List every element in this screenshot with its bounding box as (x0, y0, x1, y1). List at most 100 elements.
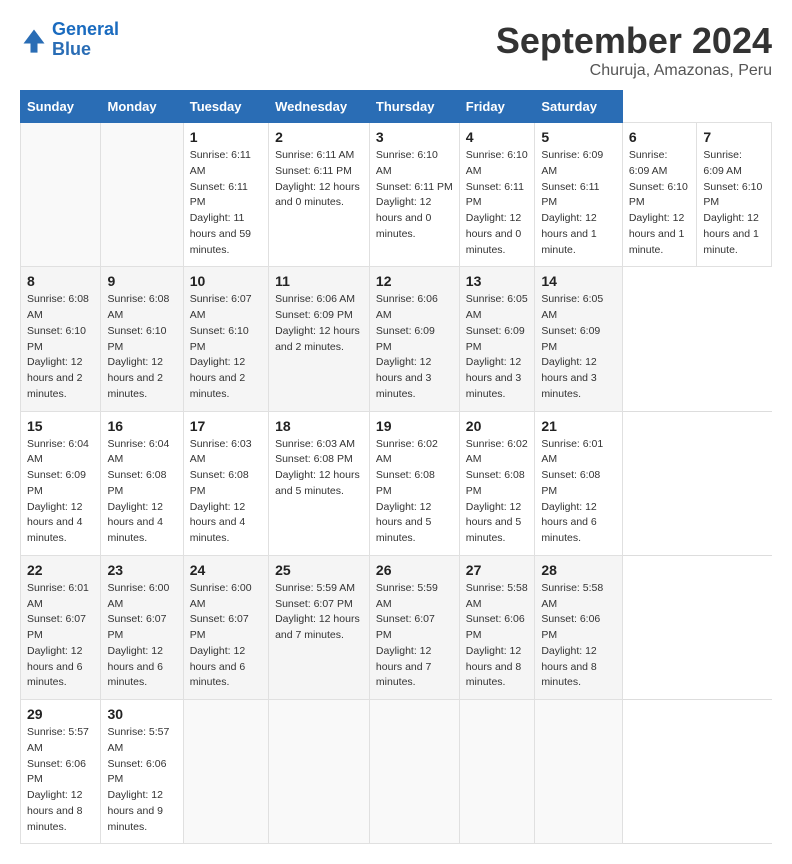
calendar-week-row: 1 Sunrise: 6:11 AMSunset: 6:11 PMDaylight… (21, 123, 772, 267)
day-number: 7 (703, 129, 765, 145)
day-number: 9 (107, 273, 176, 289)
calendar-cell: 4Sunrise: 6:10 AMSunset: 6:11 PMDaylight… (459, 123, 535, 267)
calendar-cell: 16Sunrise: 6:04 AMSunset: 6:08 PMDayligh… (101, 411, 183, 555)
day-info: Sunrise: 6:00 AMSunset: 6:07 PMDaylight:… (107, 581, 176, 691)
day-info: Sunrise: 6:04 AMSunset: 6:08 PMDaylight:… (107, 437, 176, 547)
calendar-cell (269, 700, 370, 844)
calendar-cell: 25 Sunrise: 5:59 AMSunset: 6:07 PMDayligh… (269, 555, 370, 699)
day-number: 12 (376, 273, 453, 289)
day-number: 2 (275, 129, 363, 145)
column-header-wednesday: Wednesday (269, 91, 370, 123)
day-info: Sunrise: 6:00 AMSunset: 6:07 PMDaylight:… (190, 581, 262, 691)
day-info: Sunrise: 5:59 AMSunset: 6:07 PMDaylight:… (275, 581, 363, 644)
calendar-cell: 22 Sunrise: 6:01 AMSunset: 6:07 PMDayligh… (21, 555, 101, 699)
column-header-saturday: Saturday (535, 91, 623, 123)
day-info: Sunrise: 6:08 AMSunset: 6:10 PMDaylight:… (27, 292, 94, 402)
calendar-table: SundayMondayTuesdayWednesdayThursdayFrid… (20, 90, 772, 844)
location-subtitle: Churuja, Amazonas, Peru (496, 62, 772, 80)
calendar-cell: 5 Sunrise: 6:09 AMSunset: 6:11 PMDaylight… (535, 123, 623, 267)
calendar-cell: 12 Sunrise: 6:06 AMSunset: 6:09 PMDayligh… (369, 267, 459, 411)
calendar-week-row: 22 Sunrise: 6:01 AMSunset: 6:07 PMDayligh… (21, 555, 772, 699)
day-number: 13 (466, 273, 529, 289)
day-info: Sunrise: 6:11 AMSunset: 6:11 PMDaylight:… (190, 148, 262, 258)
day-number: 28 (541, 562, 616, 578)
calendar-week-row: 15 Sunrise: 6:04 AMSunset: 6:09 PMDayligh… (21, 411, 772, 555)
day-number: 14 (541, 273, 616, 289)
day-info: Sunrise: 6:04 AMSunset: 6:09 PMDaylight:… (27, 437, 94, 547)
day-info: Sunrise: 6:03 AMSunset: 6:08 PMDaylight:… (190, 437, 262, 547)
day-number: 26 (376, 562, 453, 578)
column-header-friday: Friday (459, 91, 535, 123)
calendar-cell (183, 700, 268, 844)
logo-line2: Blue (52, 39, 91, 59)
day-info: Sunrise: 6:03 AMSunset: 6:08 PMDaylight:… (275, 437, 363, 500)
logo: General Blue (20, 20, 119, 60)
column-header-monday: Monday (101, 91, 183, 123)
day-number: 29 (27, 706, 94, 722)
day-info: Sunrise: 6:10 AMSunset: 6:11 PMDaylight:… (466, 148, 529, 258)
day-info: Sunrise: 6:09 AMSunset: 6:11 PMDaylight:… (541, 148, 616, 258)
calendar-cell: 23 Sunrise: 6:00 AMSunset: 6:07 PMDayligh… (101, 555, 183, 699)
day-info: Sunrise: 5:57 AMSunset: 6:06 PMDaylight:… (27, 725, 94, 835)
day-number: 25 (275, 562, 363, 578)
day-number: 19 (376, 418, 453, 434)
day-info: Sunrise: 6:05 AMSunset: 6:09 PMDaylight:… (466, 292, 529, 402)
calendar-cell: 8 Sunrise: 6:08 AMSunset: 6:10 PMDaylight… (21, 267, 101, 411)
calendar-header-row: SundayMondayTuesdayWednesdayThursdayFrid… (21, 91, 772, 123)
day-number: 11 (275, 273, 363, 289)
calendar-cell: 11 Sunrise: 6:06 AMSunset: 6:09 PMDayligh… (269, 267, 370, 411)
calendar-cell: 9 Sunrise: 6:08 AMSunset: 6:10 PMDaylight… (101, 267, 183, 411)
day-number: 15 (27, 418, 94, 434)
calendar-cell: 14 Sunrise: 6:05 AMSunset: 6:09 PMDayligh… (535, 267, 623, 411)
logo-line1: General (52, 19, 119, 39)
day-info: Sunrise: 6:06 AMSunset: 6:09 PMDaylight:… (275, 292, 363, 355)
day-number: 5 (541, 129, 616, 145)
calendar-cell (101, 123, 183, 267)
day-number: 17 (190, 418, 262, 434)
calendar-cell: 19 Sunrise: 6:02 AMSunset: 6:08 PMDayligh… (369, 411, 459, 555)
calendar-cell: 7 Sunrise: 6:09 AMSunset: 6:10 PMDaylight… (697, 123, 772, 267)
day-number: 30 (107, 706, 176, 722)
day-info: Sunrise: 6:02 AMSunset: 6:08 PMDaylight:… (466, 437, 529, 547)
calendar-cell: 2 Sunrise: 6:11 AMSunset: 6:11 PMDaylight… (269, 123, 370, 267)
day-info: Sunrise: 6:11 AMSunset: 6:11 PMDaylight:… (275, 148, 363, 211)
day-number: 1 (190, 129, 262, 145)
calendar-cell (21, 123, 101, 267)
day-info: Sunrise: 6:09 AMSunset: 6:10 PMDaylight:… (703, 148, 765, 258)
logo-text: General Blue (52, 20, 119, 60)
day-info: Sunrise: 5:58 AMSunset: 6:06 PMDaylight:… (541, 581, 616, 691)
day-info: Sunrise: 6:09 AMSunset: 6:10 PMDaylight:… (629, 148, 691, 258)
calendar-cell: 10Sunrise: 6:07 AMSunset: 6:10 PMDayligh… (183, 267, 268, 411)
calendar-cell: 30 Sunrise: 5:57 AMSunset: 6:06 PMDayligh… (101, 700, 183, 844)
day-number: 23 (107, 562, 176, 578)
day-info: Sunrise: 6:05 AMSunset: 6:09 PMDaylight:… (541, 292, 616, 402)
day-info: Sunrise: 6:02 AMSunset: 6:08 PMDaylight:… (376, 437, 453, 547)
page-header: General Blue September 2024 Churuja, Ama… (20, 20, 772, 80)
logo-icon (20, 26, 48, 54)
day-info: Sunrise: 5:57 AMSunset: 6:06 PMDaylight:… (107, 725, 176, 835)
calendar-cell: 1 Sunrise: 6:11 AMSunset: 6:11 PMDaylight… (183, 123, 268, 267)
day-number: 3 (376, 129, 453, 145)
day-number: 20 (466, 418, 529, 434)
calendar-week-row: 29 Sunrise: 5:57 AMSunset: 6:06 PMDayligh… (21, 700, 772, 844)
column-header-sunday: Sunday (21, 91, 101, 123)
day-info: Sunrise: 6:06 AMSunset: 6:09 PMDaylight:… (376, 292, 453, 402)
calendar-cell: 26 Sunrise: 5:59 AMSunset: 6:07 PMDayligh… (369, 555, 459, 699)
calendar-cell: 17 Sunrise: 6:03 AMSunset: 6:08 PMDayligh… (183, 411, 268, 555)
calendar-cell: 18 Sunrise: 6:03 AMSunset: 6:08 PMDayligh… (269, 411, 370, 555)
day-number: 18 (275, 418, 363, 434)
day-info: Sunrise: 5:59 AMSunset: 6:07 PMDaylight:… (376, 581, 453, 691)
day-info: Sunrise: 6:01 AMSunset: 6:07 PMDaylight:… (27, 581, 94, 691)
calendar-cell (459, 700, 535, 844)
calendar-cell: 20 Sunrise: 6:02 AMSunset: 6:08 PMDayligh… (459, 411, 535, 555)
day-info: Sunrise: 6:08 AMSunset: 6:10 PMDaylight:… (107, 292, 176, 402)
calendar-cell: 13 Sunrise: 6:05 AMSunset: 6:09 PMDayligh… (459, 267, 535, 411)
calendar-cell: 6Sunrise: 6:09 AMSunset: 6:10 PMDaylight… (622, 123, 697, 267)
calendar-cell (535, 700, 623, 844)
calendar-cell: 21Sunrise: 6:01 AMSunset: 6:08 PMDayligh… (535, 411, 623, 555)
day-number: 22 (27, 562, 94, 578)
column-header-tuesday: Tuesday (183, 91, 268, 123)
calendar-cell (369, 700, 459, 844)
day-number: 27 (466, 562, 529, 578)
day-number: 8 (27, 273, 94, 289)
